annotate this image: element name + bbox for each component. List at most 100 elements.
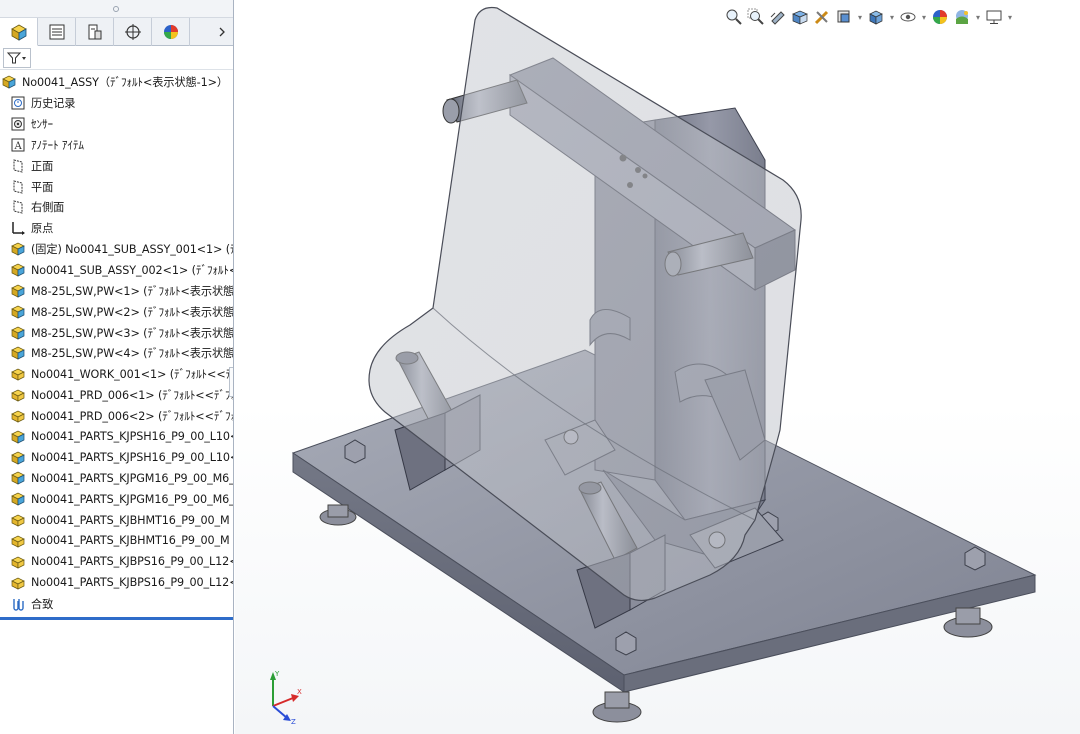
tab-display-manager[interactable] [152, 18, 190, 46]
tree-expand-handle[interactable]: ⊙ [229, 367, 233, 397]
chevron-right-icon[interactable] [215, 22, 229, 42]
feature-manager-panel: No0041_ASSY（ﾃﾞﾌｫﾙﾄ<表示状態-1>） 历史记录 ｾﾝｻｰ A ｱﾉﾃｰ… [0, 0, 234, 734]
tree-item[interactable]: No0041_PARTS_KJPSH16_P9_00_L10< [0, 426, 234, 447]
tree-item-label: M8-25L,SW,PW<3> (ﾃﾞﾌｫﾙﾄ<表示状態 [31, 326, 234, 340]
configuration-icon [88, 24, 101, 40]
tree-item-label: M8-25L,SW,PW<2> (ﾃﾞﾌｫﾙﾄ<表示状態 [31, 305, 234, 319]
tree-item[interactable]: No0041_PRD_006<1> (ﾃﾞﾌｫﾙﾄ<<ﾃﾞﾌｫ [0, 385, 234, 406]
tree-item-label: No0041_ASSY（ﾃﾞﾌｫﾙﾄ<表示状態-1>） [22, 76, 228, 90]
part-icon [9, 512, 27, 528]
part-icon [9, 533, 27, 549]
tree-item-label: No0041_PARTS_KJBHMT16_P9_00_M [31, 534, 230, 548]
tree-item-label: No0041_PARTS_KJPSH16_P9_00_L10< [31, 430, 234, 444]
tree-item-label: No0041_PARTS_KJPGM16_P9_00_M6_ [31, 492, 234, 506]
tree-item-label: 正面 [31, 159, 54, 173]
part-icon [9, 408, 27, 424]
subassembly-icon [9, 262, 27, 278]
tree-item-label: No0041_SUB_ASSY_002<1> (ﾃﾞﾌｫﾙﾄ< [31, 264, 234, 278]
filter-row [0, 46, 233, 70]
assembly-tree-icon [10, 24, 27, 41]
assembly-model[interactable] [235, 0, 1080, 734]
origin-icon [9, 220, 27, 236]
tree-item-label: No0041_PARTS_KJBHMT16_P9_00_M [31, 513, 230, 527]
plane-icon [9, 199, 27, 215]
tree-item[interactable]: 右側面 [0, 197, 233, 218]
feature-tree: No0041_ASSY（ﾃﾞﾌｫﾙﾄ<表示状態-1>） 历史记录 ｾﾝｻｰ A ｱﾉﾃｰ… [0, 72, 234, 614]
axis-z-label: Z [291, 718, 296, 724]
tree-item[interactable]: 原点 [0, 218, 233, 239]
tree-item[interactable]: No0041_PARTS_KJBHMT16_P9_00_M [0, 510, 233, 531]
svg-text:A: A [14, 141, 23, 152]
tree-item[interactable]: No0041_WORK_001<1> (ﾃﾞﾌｫﾙﾄ<<ﾃﾞ [0, 364, 234, 385]
tab-configuration-manager[interactable] [76, 18, 114, 46]
tree-item[interactable]: (固定) No0041_SUB_ASSY_001<1> (ﾃﾞ [0, 239, 234, 260]
tree-item[interactable]: M8-25L,SW,PW<2> (ﾃﾞﾌｫﾙﾄ<表示状態 [0, 301, 234, 322]
tree-item-label: M8-25L,SW,PW<1> (ﾃﾞﾌｫﾙﾄ<表示状態 [31, 284, 234, 298]
tree-item[interactable]: No0041_ASSY（ﾃﾞﾌｫﾙﾄ<表示状態-1>） [0, 72, 233, 93]
axis-y-label: Y [274, 670, 280, 678]
tree-item[interactable]: No0041_PARTS_KJPGM16_P9_00_M6_ [0, 468, 234, 489]
tree-item-label: M8-25L,SW,PW<4> (ﾃﾞﾌｫﾙﾄ<表示状態 [31, 347, 234, 361]
tree-item[interactable]: No0041_PARTS_KJBPS16_P9_00_L12< [0, 572, 234, 593]
subassembly-icon [9, 429, 27, 445]
part-icon [9, 554, 27, 570]
subassembly-icon [9, 491, 27, 507]
tree-item[interactable]: 平面 [0, 176, 233, 197]
filter-icon[interactable] [3, 47, 31, 68]
mates-icon [9, 596, 27, 612]
part-icon [9, 575, 27, 591]
part-icon [9, 387, 27, 403]
tree-item[interactable]: ｾﾝｻｰ [0, 114, 233, 135]
tree-item-label: No0041_PARTS_KJPGM16_P9_00_M6_ [31, 471, 234, 485]
axis-x-label: X [297, 688, 302, 696]
grip-dot-icon [113, 6, 119, 12]
tree-item[interactable]: No0041_PARTS_KJPGM16_P9_00_M6_ [0, 489, 234, 510]
coordinate-triad: Y X Z [270, 670, 302, 724]
subassembly-icon [9, 283, 27, 299]
tree-item[interactable]: M8-25L,SW,PW<1> (ﾃﾞﾌｫﾙﾄ<表示状態 [0, 280, 234, 301]
tree-item-label: No0041_PARTS_KJBPS16_P9_00_L12< [31, 555, 234, 569]
plane-icon [9, 179, 27, 195]
tree-item-label: 原点 [31, 222, 54, 236]
tree-item[interactable]: A ｱﾉﾃｰﾄ ｱｲﾃﾑ [0, 135, 233, 156]
tree-item-label: No0041_WORK_001<1> (ﾃﾞﾌｫﾙﾄ<<ﾃﾞ [31, 368, 234, 382]
rollback-bar[interactable] [0, 617, 233, 620]
tree-item-label: No0041_PARTS_KJBPS16_P9_00_L12< [31, 576, 234, 590]
panel-grip[interactable] [0, 0, 233, 18]
crosshair-icon [124, 24, 141, 40]
tree-item-label: (固定) No0041_SUB_ASSY_001<1> (ﾃﾞ [31, 243, 234, 257]
tree-item[interactable]: No0041_PRD_006<2> (ﾃﾞﾌｫﾙﾄ<<ﾃﾞﾌｫ [0, 406, 233, 427]
tab-feature-manager[interactable] [0, 18, 38, 46]
tree-item-label: 右側面 [31, 201, 65, 215]
tree-item-label: No0041_PARTS_KJPSH16_P9_00_L10< [31, 451, 234, 465]
subassembly-icon [9, 470, 27, 486]
tree-item-label: 平面 [31, 180, 54, 194]
tree-item[interactable]: No0041_PARTS_KJBPS16_P9_00_L12< [0, 551, 234, 572]
tab-dimxpert-manager[interactable] [114, 18, 152, 46]
manager-tab-bar [0, 18, 233, 46]
tree-item-label: No0041_PRD_006<1> (ﾃﾞﾌｫﾙﾄ<<ﾃﾞﾌｫ [31, 389, 234, 403]
tree-item[interactable]: No0041_PARTS_KJBHMT16_P9_00_M [0, 531, 233, 552]
graphics-area[interactable]: ▾ ▾ ▾ ▾ ▾ Y X Z [235, 0, 1080, 734]
property-list-icon [49, 24, 64, 40]
tree-item[interactable]: M8-25L,SW,PW<4> (ﾃﾞﾌｫﾙﾄ<表示状態 [0, 343, 234, 364]
tree-item-label: ｱﾉﾃｰﾄ ｱｲﾃﾑ [31, 138, 84, 152]
tree-item[interactable]: 合致 [0, 593, 233, 614]
tree-item-label: 历史记录 [31, 97, 76, 111]
tree-item[interactable]: No0041_PARTS_KJPSH16_P9_00_L10< [0, 447, 234, 468]
tree-item[interactable]: 正面 [0, 155, 233, 176]
subassembly-icon [9, 345, 27, 361]
subassembly-icon [9, 241, 27, 257]
tab-property-manager[interactable] [38, 18, 76, 46]
sensor-icon [9, 116, 27, 132]
tree-item-label: 合致 [31, 597, 54, 611]
part-icon [9, 366, 27, 382]
plane-icon [9, 158, 27, 174]
tree-item[interactable]: No0041_SUB_ASSY_002<1> (ﾃﾞﾌｫﾙﾄ< [0, 260, 234, 281]
annotation-icon: A [9, 137, 27, 153]
subassembly-icon [9, 450, 27, 466]
assembly-root-icon [0, 74, 18, 90]
tree-item[interactable]: 历史记录 [0, 93, 233, 114]
tree-item[interactable]: M8-25L,SW,PW<3> (ﾃﾞﾌｫﾙﾄ<表示状態 [0, 322, 234, 343]
subassembly-icon [9, 304, 27, 320]
